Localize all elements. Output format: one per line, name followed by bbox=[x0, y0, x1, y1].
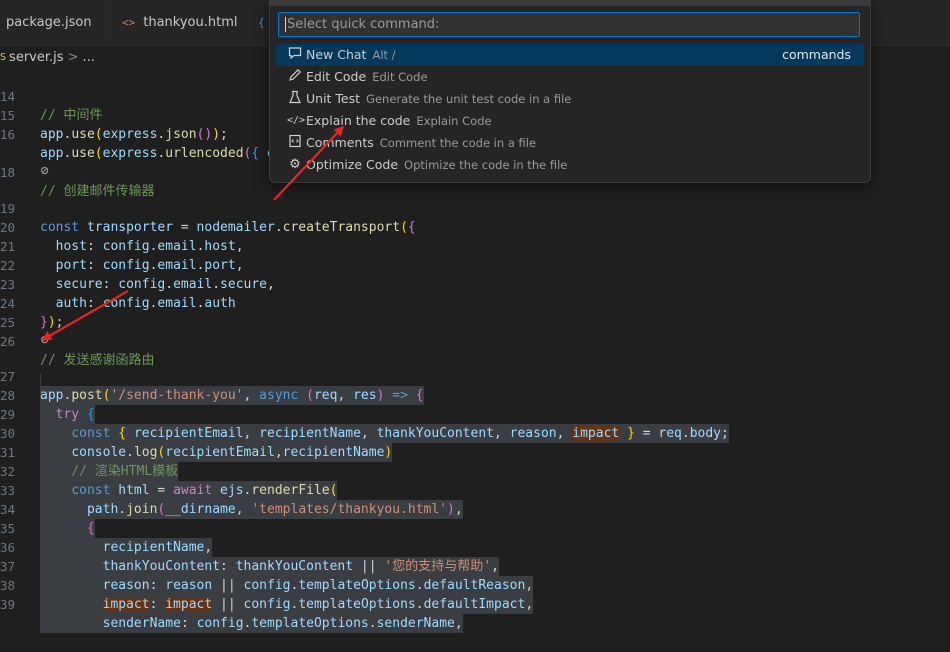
quick-command-input[interactable]: Select quick command: bbox=[278, 12, 860, 37]
code-text: recipientName, bbox=[40, 538, 213, 557]
command-keybinding: Alt / bbox=[372, 48, 396, 62]
code-line: 31 // 渲染HTML模板 bbox=[0, 424, 179, 481]
code-comment: // 创建邮件传输器 bbox=[40, 184, 155, 199]
pencil-icon bbox=[287, 66, 303, 88]
beaker-icon bbox=[287, 88, 303, 110]
code-line: 19 const transporter = nodemailer.create… bbox=[0, 180, 416, 235]
code-line: 23 auth: config.email.auth bbox=[0, 256, 236, 311]
comment-icon bbox=[287, 132, 303, 154]
tab-package-json[interactable]: { } package.json bbox=[0, 0, 110, 45]
code-text: path.join(__dirname, 'templates/thankyou… bbox=[40, 500, 463, 519]
command-label: New Chat bbox=[306, 47, 367, 62]
code-text: console.log(recipientEmail,recipientName… bbox=[40, 443, 393, 462]
code-line: 16 app.use(express.urlencoded({ e bbox=[0, 106, 275, 161]
code-text: impact: impact || config.templateOptions… bbox=[40, 595, 534, 614]
code-text: auth: config.email.auth bbox=[40, 296, 236, 311]
code-line: 28 try { bbox=[0, 367, 95, 424]
code-text: app.use(express.json()); bbox=[40, 127, 228, 142]
command-description: Explain Code bbox=[416, 114, 492, 128]
code-line: 35 recipientName, bbox=[0, 500, 213, 557]
code-text: try { bbox=[40, 405, 95, 424]
code-text: app.post('/send-thank-you', async (req, … bbox=[40, 386, 424, 405]
code-line: 15 app.use(express.json()); bbox=[0, 87, 228, 142]
code-text: host: config.email.host, bbox=[40, 239, 244, 254]
code-line: 24 }); bbox=[0, 275, 63, 330]
code-text: reason: reason || config.templateOptions… bbox=[40, 576, 534, 595]
commands-tag: commands bbox=[782, 47, 851, 62]
code-line: 25 bbox=[0, 294, 31, 330]
command-label: Unit Test bbox=[306, 91, 361, 106]
command-label: Comments bbox=[306, 135, 374, 150]
command-description: Edit Code bbox=[372, 70, 428, 84]
code-icon: </> bbox=[287, 115, 306, 126]
breadcrumb-more[interactable]: ... bbox=[82, 50, 94, 65]
code-line: 30 console.log(recipientEmail,recipientN… bbox=[0, 405, 393, 462]
command-new-chat[interactable]: New Chat Alt / commands bbox=[276, 44, 864, 66]
input-placeholder: Select quick command: bbox=[287, 17, 440, 32]
code-comment: // 渲染HTML模板 bbox=[40, 462, 179, 481]
command-label: Explain the code bbox=[306, 113, 411, 128]
code-line: 32 const html = await ejs.renderFile( bbox=[0, 443, 338, 500]
quick-command-palette: Select quick command: New Chat Alt / comm… bbox=[269, 0, 871, 183]
tab-thankyou-html[interactable]: <> thankyou.html bbox=[110, 0, 263, 45]
command-optimize-code[interactable]: ⚙ Optimize Code Optimize the code in the … bbox=[276, 154, 864, 176]
code-text: secure: config.email.secure, bbox=[40, 277, 275, 292]
code-line: 21 port: config.email.port, bbox=[0, 218, 244, 273]
json-file-icon: { bbox=[258, 16, 265, 29]
line-number: 39 bbox=[0, 597, 16, 612]
chat-icon bbox=[287, 44, 303, 66]
code-line: 26 // 发送感谢函路由 bbox=[0, 313, 154, 368]
gear-icon: ⚙ bbox=[289, 157, 301, 172]
code-line: 36 thankYouContent: thankYouContent || '… bbox=[0, 519, 499, 576]
code-text: senderName: config.templateOptions.sende… bbox=[40, 614, 463, 633]
code-line: 37 reason: reason || config.templateOpti… bbox=[0, 538, 534, 595]
command-edit-code[interactable]: Edit Code Edit Code bbox=[276, 66, 864, 88]
command-description: Generate the unit test code in a file bbox=[366, 92, 572, 106]
code-line: 20 host: config.email.host, bbox=[0, 199, 244, 254]
breadcrumb-file[interactable]: server.js bbox=[9, 50, 63, 65]
tab-label: thankyou.html bbox=[143, 15, 238, 30]
code-text: const html = await ejs.renderFile( bbox=[40, 481, 338, 500]
breadcrumb: JS server.js > ... bbox=[0, 46, 95, 68]
code-text: app.use(express.urlencoded({ e bbox=[40, 146, 275, 161]
command-description: Optimize the code in the file bbox=[404, 158, 568, 172]
code-line: 34 { bbox=[0, 481, 95, 538]
chevron-right-icon: > bbox=[67, 49, 79, 65]
code-comment: // 发送感谢函路由 bbox=[40, 353, 155, 368]
code-text: }); bbox=[40, 315, 64, 330]
javascript-file-icon: JS bbox=[0, 51, 7, 63]
code-text: const transporter = nodemailer.createTra… bbox=[40, 220, 416, 235]
command-unit-test[interactable]: Unit Test Generate the unit test code in … bbox=[276, 88, 864, 110]
inline-code-icon[interactable]: ⊘ bbox=[40, 333, 49, 348]
command-comments[interactable]: Comments Comment the code in a file bbox=[276, 132, 864, 154]
inline-code-icon[interactable]: ⊘ bbox=[40, 164, 49, 179]
code-text: { bbox=[40, 519, 95, 538]
code-line: 14 // 中间件 bbox=[0, 68, 102, 123]
code-text: const { recipientEmail, recipientName, t… bbox=[40, 424, 729, 443]
code-line: 33 path.join(__dirname, 'templates/thank… bbox=[0, 462, 463, 519]
code-line: 39 senderName: config.templateOptions.se… bbox=[0, 576, 463, 633]
text-cursor bbox=[285, 17, 286, 32]
code-line: 29 const { recipientEmail, recipientName… bbox=[0, 386, 729, 443]
tab-label: package.json bbox=[6, 15, 92, 30]
code-text: thankYouContent: thankYouContent || '您的支… bbox=[40, 557, 499, 576]
code-line: 38 impact: impact || config.templateOpti… bbox=[0, 557, 534, 614]
command-description: Comment the code in a file bbox=[379, 136, 537, 150]
code-line: 27 app.post('/send-thank-you', async (re… bbox=[0, 348, 424, 405]
code-text: port: config.email.port, bbox=[40, 258, 244, 273]
code-line: 22 secure: config.email.secure, bbox=[0, 237, 275, 292]
command-label: Optimize Code bbox=[306, 157, 399, 172]
line-number: 16 bbox=[0, 127, 16, 142]
html-file-icon: <> bbox=[122, 16, 136, 29]
command-explain-code[interactable]: </> Explain the code Explain Code bbox=[276, 110, 864, 132]
command-label: Edit Code bbox=[306, 69, 367, 84]
code-comment: // 中间件 bbox=[40, 108, 103, 123]
code-line: 18 // 创建邮件传输器 bbox=[0, 144, 154, 199]
